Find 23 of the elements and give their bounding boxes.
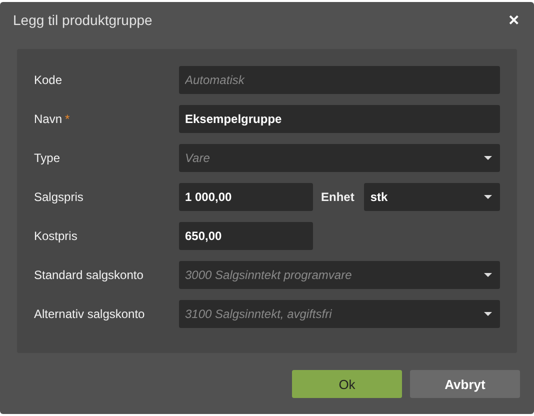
input-field[interactable]: 650,00	[179, 222, 313, 250]
field-label: Standard salgskonto	[34, 268, 144, 282]
field-label: Type	[34, 151, 62, 165]
close-button[interactable]: ✕	[506, 10, 522, 30]
cancel-button[interactable]: Avbryt	[410, 370, 520, 398]
caret-icon	[484, 195, 492, 199]
field-label: Salgspris	[34, 190, 84, 204]
select-field[interactable]: stk	[364, 183, 500, 211]
dialog-title: Legg til produktgruppe	[13, 12, 152, 28]
select-field[interactable]: 3000 Salgsinntekt programvare	[179, 261, 500, 289]
field-label: Kostpris	[34, 229, 78, 243]
caret-icon	[484, 156, 492, 160]
select-field[interactable]: 3100 Salgsinntekt, avgiftsfri	[179, 300, 500, 328]
ok-button[interactable]: Ok	[292, 370, 402, 398]
field-label: Navn *	[34, 112, 71, 126]
select-field[interactable]: Vare	[179, 144, 500, 172]
field-label: Enhet	[321, 190, 354, 204]
field-label: Kode	[34, 73, 64, 87]
input-field[interactable]: Eksempelgruppe	[179, 105, 500, 133]
input-field[interactable]: 1 000,00	[179, 183, 313, 211]
field-label: Alternativ salgskonto	[34, 307, 146, 321]
caret-icon	[484, 273, 492, 277]
caret-icon	[484, 312, 492, 316]
